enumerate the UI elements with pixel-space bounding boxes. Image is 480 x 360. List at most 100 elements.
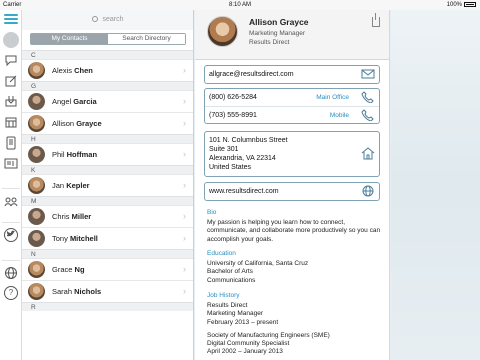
- education-line: Communications: [207, 276, 256, 284]
- contacts-list: C Alexis Chen › G Angel Garcia › Allison Grayc…: [22, 50, 193, 311]
- menu-icon[interactable]: [3, 12, 19, 26]
- avatar: [28, 230, 45, 247]
- phone-mobile-label: Mobile: [329, 112, 349, 119]
- contact-name: Angel Garcia: [52, 91, 97, 112]
- address-block[interactable]: 101 N. Columnbus Street Suite 301 Alexan…: [205, 132, 379, 176]
- tab-search-directory[interactable]: Search Directory: [108, 34, 185, 44]
- help-icon[interactable]: ?: [4, 286, 18, 300]
- job-line: Marketing Manager: [207, 310, 263, 318]
- contact-job-title: Marketing Manager: [249, 30, 305, 37]
- contact-first-name: Allison: [52, 119, 75, 128]
- chevron-right-icon: ›: [183, 118, 186, 128]
- bio-text: My passion is helping you learn how to c…: [207, 219, 381, 243]
- email-card[interactable]: allgrace@resultsdirect.com: [204, 65, 380, 84]
- tab-my-contacts[interactable]: My Contacts: [31, 34, 108, 44]
- phone-mobile-row[interactable]: (703) 555-8991 Mobile: [205, 106, 379, 123]
- address-line-3: Alexandria, VA 22314: [209, 155, 276, 162]
- side-rail: ?: [0, 10, 22, 360]
- contact-row[interactable]: Angel Garcia ›: [22, 90, 193, 112]
- avatar: [28, 283, 45, 300]
- job-line: April 2002 – January 2013: [207, 348, 283, 356]
- address-line-2: Suite 301: [209, 146, 239, 153]
- avatar: [28, 115, 45, 132]
- contact-last-name: Hoffman: [66, 150, 98, 159]
- chevron-right-icon: ›: [183, 149, 186, 159]
- contact-last-name: Kepler: [66, 181, 90, 190]
- job-history-heading: Job History: [207, 292, 240, 299]
- phone-main-row[interactable]: (800) 626-5284 Main Office: [205, 89, 379, 106]
- profile-icon[interactable]: [3, 32, 19, 48]
- search-bar[interactable]: search: [22, 10, 193, 30]
- chevron-right-icon: ›: [183, 286, 186, 296]
- battery-icon: [464, 2, 476, 7]
- avatar: [28, 208, 45, 225]
- email-row[interactable]: allgrace@resultsdirect.com: [205, 66, 379, 83]
- phone-call-icon[interactable]: [361, 109, 375, 122]
- contact-first-name: Chris: [52, 212, 70, 221]
- chevron-right-icon: ›: [183, 264, 186, 274]
- avatar: [28, 146, 45, 163]
- mail-icon[interactable]: [361, 68, 375, 80]
- job-line: Results Direct: [207, 302, 248, 309]
- education-line: University of California, Santa Cruz: [207, 260, 309, 267]
- avatar: [28, 62, 45, 79]
- contact-name: Grace Ng: [52, 259, 85, 280]
- phone-main-label: Main Office: [316, 94, 349, 101]
- email-value: allgrace@resultsdirect.com: [209, 71, 294, 78]
- contact-row[interactable]: Grace Ng ›: [22, 258, 193, 280]
- website-card[interactable]: www.resultsdirect.com: [204, 182, 380, 201]
- education-heading: Education: [207, 250, 236, 257]
- phone-call-icon[interactable]: [361, 91, 375, 104]
- contact-first-name: Grace: [52, 265, 73, 274]
- section-header: K: [22, 165, 193, 174]
- phone-icon[interactable]: [4, 136, 18, 150]
- job-line: February 2013 – present: [207, 318, 279, 326]
- contact-photo: [207, 16, 238, 47]
- background-area: [391, 10, 480, 360]
- search-input[interactable]: search: [102, 16, 123, 23]
- phone-card: (800) 626-5284 Main Office (703) 555-899…: [204, 88, 380, 124]
- address-card[interactable]: 101 N. Columnbus Street Suite 301 Alexan…: [204, 131, 380, 177]
- contact-last-name: Garcia: [73, 97, 97, 106]
- contact-row[interactable]: Alexis Chen ›: [22, 59, 193, 81]
- inbox-icon[interactable]: [4, 94, 18, 108]
- compose-icon[interactable]: [4, 74, 18, 88]
- chevron-right-icon: ›: [183, 96, 186, 106]
- contact-name: Phil Hoffman: [52, 144, 97, 165]
- globe-icon[interactable]: [361, 185, 375, 197]
- rail-divider: [2, 188, 20, 189]
- contact-last-name: Chen: [74, 66, 93, 75]
- website-row[interactable]: www.resultsdirect.com: [205, 183, 379, 200]
- contacts-card-icon[interactable]: [4, 156, 18, 170]
- contact-row[interactable]: Allison Grayce ›: [22, 112, 193, 134]
- contact-last-name: Miller: [71, 212, 92, 221]
- contact-last-name: Grayce: [76, 119, 102, 128]
- contact-row[interactable]: Sarah Nichols ›: [22, 280, 193, 302]
- contacts-list-pane: search My Contacts Search Directory C Ale…: [22, 10, 194, 360]
- contact-row[interactable]: Jan Kepler ›: [22, 174, 193, 196]
- contact-row[interactable]: Phil Hoffman ›: [22, 143, 193, 165]
- contact-detail-pane: Allison Grayce Marketing Manager Results…: [195, 10, 390, 360]
- calendar-icon[interactable]: [4, 115, 18, 129]
- home-icon[interactable]: [361, 146, 375, 160]
- chevron-right-icon: ›: [183, 211, 186, 221]
- contact-row[interactable]: Tony Mitchell ›: [22, 227, 193, 249]
- contact-row[interactable]: Chris Miller ›: [22, 205, 193, 227]
- status-bar: Carrier 8:10 AM 100%: [0, 0, 480, 10]
- contact-last-name: Nichols: [74, 287, 102, 296]
- contact-first-name: Tony: [52, 234, 68, 243]
- groups-icon[interactable]: [4, 194, 18, 208]
- bio-heading: Bio: [207, 209, 217, 216]
- rail-divider: [2, 260, 20, 261]
- globe-icon[interactable]: [4, 266, 18, 280]
- avatar: [28, 177, 45, 194]
- chat-icon[interactable]: [4, 53, 18, 67]
- twitter-icon[interactable]: [4, 228, 18, 242]
- share-icon[interactable]: [372, 13, 380, 27]
- website-value: www.resultsdirect.com: [209, 188, 279, 195]
- clock: 8:10 AM: [228, 2, 251, 8]
- contact-name: Allison Grayce: [249, 17, 309, 27]
- battery-percent: 100%: [446, 2, 462, 9]
- contact-name: Allison Grayce: [52, 113, 102, 134]
- avatar: [28, 261, 45, 278]
